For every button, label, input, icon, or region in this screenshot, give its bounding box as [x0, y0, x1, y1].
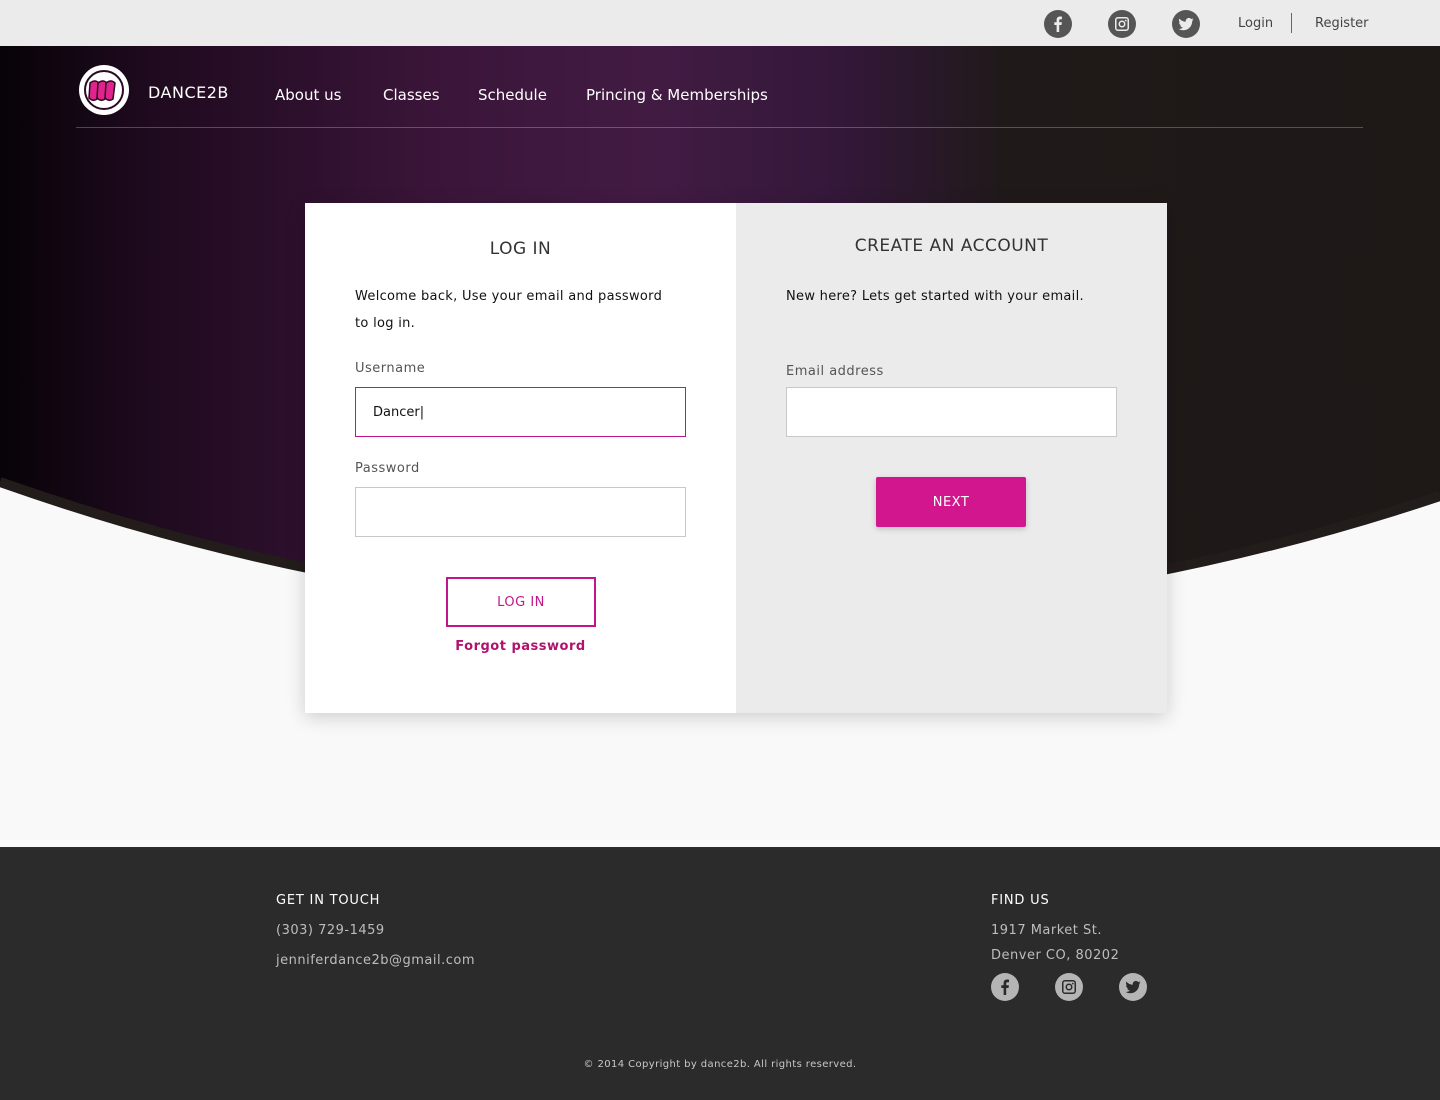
divider	[1291, 13, 1292, 33]
facebook-link[interactable]	[1044, 10, 1072, 38]
register-title: CREATE AN ACCOUNT	[854, 236, 1049, 256]
footer-facebook-link[interactable]	[991, 973, 1019, 1001]
nav-link-schedule[interactable]: Schedule	[478, 86, 547, 104]
contact-email[interactable]: jenniferdance2b@gmail.com	[276, 953, 475, 968]
footer-instagram-link[interactable]	[1055, 973, 1083, 1001]
nav-link-pricing-memberships[interactable]: Princing & Memberships	[586, 86, 768, 104]
facebook-icon	[1001, 979, 1009, 995]
login-title: LOG IN	[489, 239, 552, 259]
login-panel: LOG IN Welcome back, Use your email and …	[305, 203, 736, 713]
login-description-line1: Welcome back, Use your email and passwor…	[355, 289, 663, 304]
login-link[interactable]: Login	[1238, 16, 1273, 31]
logo-icon	[84, 70, 124, 110]
register-description: New here? Lets get started with your ema…	[786, 289, 1084, 304]
password-label: Password	[355, 461, 420, 476]
login-description: Welcome back, Use your email and passwor…	[355, 283, 662, 337]
nav-link-about-us[interactable]: About us	[275, 86, 341, 104]
next-button[interactable]: NEXT	[876, 477, 1026, 527]
footer: GET IN TOUCH (303) 729-1459 jenniferdanc…	[0, 847, 1440, 1100]
login-description-line2: to log in.	[355, 316, 416, 331]
dance2b-logo[interactable]	[79, 65, 129, 115]
instagram-icon	[1115, 17, 1129, 31]
register-panel: CREATE AN ACCOUNT New here? Lets get sta…	[736, 203, 1167, 713]
login-button[interactable]: LOG IN	[446, 577, 596, 627]
email-input[interactable]	[786, 387, 1117, 437]
register-link[interactable]: Register	[1315, 16, 1369, 31]
forgot-password-link[interactable]: Forgot password	[305, 639, 736, 654]
username-input[interactable]	[355, 387, 686, 437]
top-utility-bar: Login Register	[0, 0, 1440, 46]
nav-link-classes[interactable]: Classes	[383, 86, 440, 104]
twitter-icon	[1125, 981, 1141, 994]
email-label: Email address	[786, 364, 884, 379]
phone-number[interactable]: (303) 729-1459	[276, 923, 385, 938]
get-in-touch-heading: GET IN TOUCH	[276, 893, 381, 908]
main-navigation: DANCE2B About us Classes Schedule Princi…	[76, 46, 1363, 128]
find-us-heading: FIND US	[991, 893, 1050, 908]
copyright-text: © 2014 Copyright by dance2b. All rights …	[583, 1059, 857, 1070]
facebook-icon	[1054, 16, 1062, 32]
auth-card: LOG IN Welcome back, Use your email and …	[305, 203, 1167, 713]
instagram-link[interactable]	[1108, 10, 1136, 38]
twitter-link[interactable]	[1172, 10, 1200, 38]
brand-name[interactable]: DANCE2B	[148, 83, 229, 102]
twitter-icon	[1178, 18, 1194, 31]
address-line1: 1917 Market St.	[991, 923, 1103, 938]
username-label: Username	[355, 361, 426, 376]
address-line2: Denver CO, 80202	[991, 948, 1120, 963]
instagram-icon	[1062, 980, 1076, 994]
password-input[interactable]	[355, 487, 686, 537]
footer-twitter-link[interactable]	[1119, 973, 1147, 1001]
